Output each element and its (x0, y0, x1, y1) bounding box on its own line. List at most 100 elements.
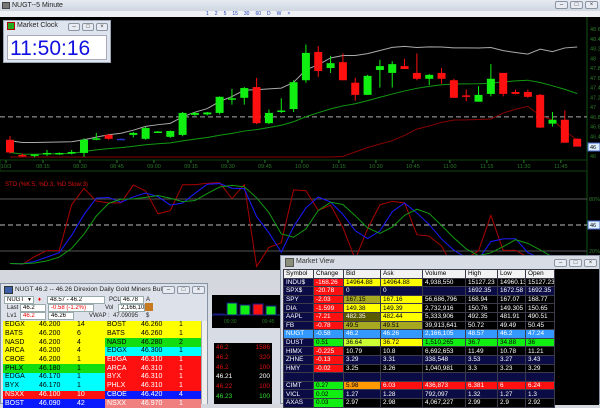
book-price: 46.420 (141, 390, 163, 398)
bid-row[interactable]: EDGA 46.170 1 (3, 373, 106, 382)
market-row[interactable]: HIMX -0.225 10.79 10.8 6,692,653 11.49 10.78 11… (283, 346, 555, 356)
price-tick-label: 46 (590, 154, 596, 160)
cell-ask: 6.03 (380, 380, 423, 391)
close-button[interactable]: × (585, 1, 598, 9)
clock-minimize-button[interactable]: – (68, 23, 80, 31)
cell-low: 14960.13 (497, 277, 526, 288)
book-price: 46.170 (39, 382, 61, 390)
cell-symbol: AXAS (283, 397, 314, 408)
cell-ask: 3.31 (380, 354, 423, 365)
cell-change: -1.599 (313, 303, 344, 313)
bid-row[interactable]: EDGX 46.200 14 (3, 321, 106, 330)
cell-low (497, 372, 526, 382)
minimize-button[interactable]: – (555, 1, 568, 9)
bid-row[interactable]: NSXX 46.100 10 (3, 390, 106, 400)
column-header-volume[interactable]: Volume (422, 269, 466, 279)
cell-volume: 792,097 (422, 389, 466, 399)
l2-maximize-button[interactable]: □ (177, 286, 190, 294)
cell-high: 36.7 (465, 337, 498, 348)
price-tick-label: 47.6 (590, 76, 600, 82)
mv-minimize-button[interactable]: – (554, 259, 567, 267)
bid-row[interactable]: ARCA 46.200 4 (3, 347, 106, 356)
column-header-high[interactable]: High (465, 269, 498, 279)
column-header-ask[interactable]: Ask (380, 269, 423, 279)
market-row[interactable]: CIMT 0.27 5.98 6.03 436,873 6.381 6 6.24 (283, 380, 555, 391)
lv1-bid: 46.2 (20, 312, 46, 320)
trade-price: 46.21 (216, 373, 233, 381)
ask-row[interactable]: BOST 46.260 1 (105, 321, 201, 330)
l2-minimize-button[interactable]: – (162, 286, 175, 294)
market-row[interactable]: DUST 0.51 36.64 36.72 1,510,265 36.7 34.88 36 (283, 337, 555, 348)
market-row[interactable]: DIA -1.599 149.38 149.39 2,732,916 150.76 149.… (283, 303, 555, 313)
cell-volume: 2,166,105 (422, 329, 466, 339)
book-price: 46.280 (141, 338, 163, 346)
mini-bar (252, 303, 264, 316)
level2-window[interactable]: NUGT 46.2 -- 46.26 Direxion Daily Gold M… (0, 283, 208, 408)
candle-body (104, 134, 113, 139)
mv-maximize-button[interactable]: □ (569, 259, 582, 267)
column-header-low[interactable]: Low (497, 269, 526, 279)
market-row[interactable]: VICL 0.02 1.27 1.28 792,097 1.32 1.27 1.3 (283, 389, 555, 399)
cell-open: 150.65 (525, 303, 555, 313)
ask-row[interactable]: PHLX 46.310 1 (105, 381, 201, 391)
column-header-bid[interactable]: Bid (343, 269, 381, 279)
cell-volume: 5,333,906 (422, 311, 466, 322)
candle-body (437, 72, 446, 79)
ask-row[interactable]: BYX 46.310 1 (105, 373, 201, 382)
ask-row[interactable]: CBOE 46.420 4 (105, 390, 201, 400)
market-maker: BYX (5, 382, 20, 390)
cell-volume (422, 286, 466, 296)
column-header-change[interactable]: Change (313, 269, 344, 279)
market-maker: NASD (5, 338, 25, 346)
cell-high: 15127.23 (465, 277, 498, 288)
market-row[interactable]: FB -0.78 49.5 49.51 39,913,641 50.72 49.49 50.4… (283, 320, 555, 331)
book-price: 46.310 (141, 364, 163, 372)
clock-maximize-button[interactable]: □ (82, 23, 94, 31)
book-size: 10 (77, 390, 85, 398)
book-scrollbar[interactable] (201, 321, 207, 404)
symbol-dropdown[interactable]: NUGT ▼ (4, 296, 34, 304)
market-row[interactable]: NUGT -0.58 46.2 46.26 2,166,105 48.57 46.2 47.2… (283, 329, 555, 339)
market-row[interactable]: ZHNE -0.13 3.29 3.31 338,548 3.53 3.27 3.43 (283, 354, 555, 365)
mv-close-button[interactable]: × (584, 259, 597, 267)
candle-body (18, 154, 27, 157)
maximize-button[interactable]: □ (570, 1, 583, 9)
cell-high: 492.35 (465, 311, 498, 322)
chart-link-icon[interactable] (145, 303, 153, 311)
bid-row[interactable]: PHLX 46.180 1 (3, 364, 106, 374)
cell-change: -0.13 (313, 354, 344, 365)
cell-bid: 482.35 (343, 311, 381, 322)
column-header-symbol[interactable]: Symbol (283, 269, 314, 279)
market-view-window[interactable]: Market View – □ × Symbol Change Bid Ask Volu… (280, 255, 600, 408)
ask-row[interactable]: EDGX 46.300 1 (105, 347, 201, 356)
cell-ask: 14964.88 (380, 277, 423, 288)
l2-close-button[interactable]: × (192, 286, 205, 294)
candle-body (462, 95, 471, 97)
market-row[interactable]: SPY -2.03 167.15 167.16 56,686,796 168.94 167.… (283, 294, 555, 305)
market-row[interactable]: HMY -0.02 3.25 3.26 1,040,981 3.3 3.23 3.29 (283, 363, 555, 374)
bid-row[interactable]: BYX 46.170 1 (3, 381, 106, 391)
book-size: 1 (77, 382, 81, 390)
bid-row[interactable]: NASD 46.200 4 (3, 338, 106, 348)
column-header-open[interactable]: Open (525, 269, 555, 279)
ask-row[interactable]: ARCA 46.310 1 (105, 364, 201, 374)
cell-open: 47.24 (525, 329, 555, 339)
market-row[interactable]: AAPL -7.21 482.35 482.44 5,333,906 492.35 481.… (283, 311, 555, 322)
market-clock-window[interactable]: Market Clock – □ × 11:50:16 (3, 20, 111, 63)
market-row[interactable]: INDU$ -168.26 14964.88 14964.88 4,938,550 151… (283, 277, 555, 288)
cell-open (525, 372, 555, 382)
bid-row[interactable]: CBOE 46.200 1 (3, 355, 106, 365)
cell-open: 3.29 (525, 363, 555, 374)
market-row[interactable]: AXAS 0.03 2.97 2.98 4,067,227 2.99 2.9 2.92 (283, 397, 555, 408)
cell-volume: 1,510,265 (422, 337, 466, 348)
ask-row[interactable]: BATS 46.260 1 (105, 329, 201, 339)
cell-high: 168.94 (465, 294, 498, 305)
cell-change: -0.78 (313, 320, 344, 331)
clock-close-button[interactable]: × (96, 23, 108, 31)
bid-row[interactable]: BATS 46.200 6 (3, 329, 106, 339)
cell-volume: 4,938,550 (422, 277, 466, 288)
ask-row[interactable]: EDGA 46.310 1 (105, 355, 201, 365)
ask-row[interactable]: NASD 46.280 2 (105, 338, 201, 348)
market-row[interactable] (283, 372, 555, 382)
market-row[interactable]: SPX$ -20.78 0 0 1692.35 1672.58 1692.35 (283, 286, 555, 296)
